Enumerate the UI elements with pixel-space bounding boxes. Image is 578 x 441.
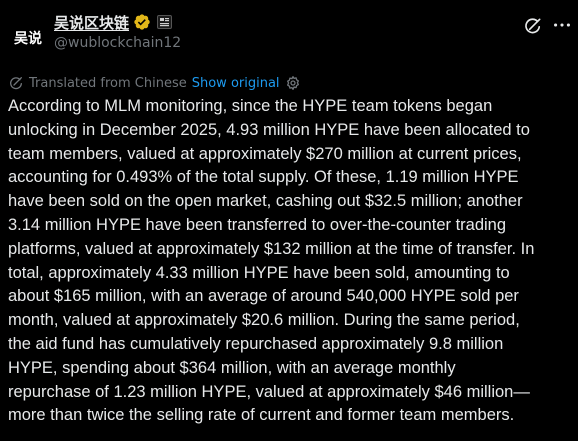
tweet-text: According to MLM monitoring, since the H… [8, 95, 574, 428]
affiliate-badge-icon[interactable] [157, 15, 173, 29]
grok-icon[interactable] [523, 16, 543, 36]
verified-badge-icon[interactable] [133, 13, 151, 31]
tweet-text-line: 3.14 million HYPE have been transferred … [8, 215, 507, 234]
tweet-text-line: team members, valued at approximately $2… [8, 144, 522, 163]
tweet-text-line: month, valued at approximately $20.6 mil… [8, 311, 520, 330]
gear-icon[interactable] [285, 75, 301, 91]
translation-label: Translated from Chinese [29, 75, 187, 91]
author-name-row: 吴说区块链 [54, 11, 173, 33]
tweet-text-line: have been sold on the open market, cashi… [8, 192, 523, 211]
tweet-text-line: total, approximately 4.33 million HYPE h… [8, 263, 510, 282]
translation-notice: Translated from Chinese Show original [8, 73, 301, 93]
tweet-text-line: the aid fund has cumulatively repurchase… [8, 334, 504, 353]
tweet-text-line: repurchase of 1.23 million HYPE, valued … [8, 382, 530, 401]
tweet-text-line: HYPE, spending about $364 million, with … [8, 358, 456, 377]
author-display-name[interactable]: 吴说区块链 [54, 12, 129, 33]
tweet-text-line: unlocking in December 2025, 4.93 million… [8, 120, 530, 139]
tweet-header: 吴说 吴说区块链 @wublockchain12 [0, 0, 578, 62]
tweet-text-line: According to MLM monitoring, since the H… [8, 97, 493, 115]
avatar[interactable]: 吴说 [8, 18, 48, 58]
tweet-text-line: about $165 million, with an average of a… [8, 287, 519, 306]
translate-globe-icon [10, 77, 22, 90]
tweet-text-line: accounting for 0.493% of the total suppl… [8, 168, 519, 187]
show-original-link[interactable]: Show original [192, 76, 280, 91]
author-handle[interactable]: @wublockchain12 [54, 35, 181, 51]
tweet-text-line: more than twice the selling rate of curr… [8, 406, 515, 425]
more-icon[interactable] [551, 14, 573, 36]
tweet-text-line: platforms, valued at approximately $132 … [8, 239, 535, 258]
